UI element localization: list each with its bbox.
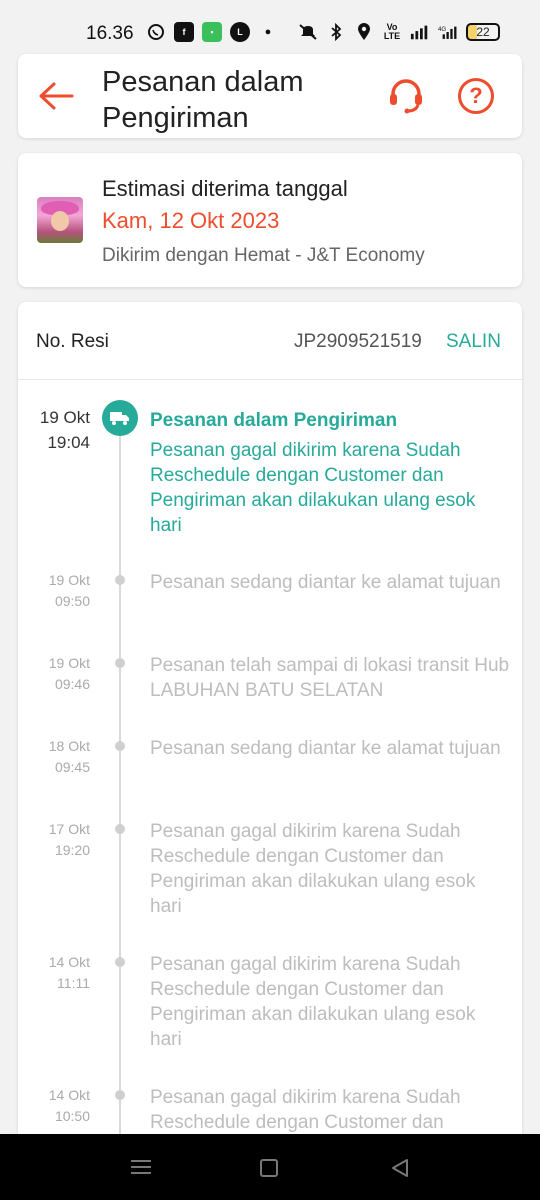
triangle-back-icon: [392, 1159, 408, 1177]
dot-icon: ●: [264, 26, 272, 38]
estimate-date: Kam, 12 Okt 2023: [102, 208, 280, 233]
tracking-number-label: No. Resi: [36, 331, 109, 352]
product-thumbnail: [37, 197, 83, 243]
event-time: 09:45: [54, 759, 90, 775]
event-date: 19 Okt: [39, 408, 90, 427]
home-button[interactable]: [260, 1159, 278, 1177]
back-button[interactable]: [36, 76, 76, 116]
event-description: Pesanan telah sampai di lokasi transit H…: [150, 655, 510, 701]
timeline-line: [119, 432, 121, 1162]
timeline-dot: [115, 824, 125, 834]
page-title: Pesanan dalam Pengiriman: [102, 66, 304, 134]
delivery-estimate-card: Estimasi diterima tanggal Kam, 12 Okt 20…: [18, 153, 522, 287]
battery-icon: 22: [466, 23, 500, 41]
battery-level: 22: [476, 25, 490, 39]
event-time: 19:20: [54, 842, 90, 858]
event-time: 19:04: [47, 433, 90, 452]
event-description: Pesanan gagal dikirim karena Sudah Resch…: [150, 821, 476, 917]
svg-text:4G: 4G: [438, 26, 446, 33]
event-date: 18 Okt: [48, 738, 90, 754]
event-time: 11:11: [57, 975, 90, 991]
event-description: Pesanan gagal dikirim karena Sudah Resch…: [150, 954, 476, 1050]
copy-button[interactable]: SALIN: [446, 331, 501, 353]
notification-icons: f ▪ L ●: [146, 22, 278, 42]
volte-icon: Vo LTE: [383, 22, 401, 41]
status-bar: 16.36 f ▪ L ● Vo LTE 4G 22: [0, 0, 540, 52]
system-icons: Vo LTE 4G 22: [298, 22, 500, 42]
timeline-dot: [115, 741, 125, 751]
arrow-left-icon: [39, 82, 74, 110]
recent-apps-button[interactable]: [131, 1156, 155, 1180]
event-description: Pesanan sedang diantar ke alamat tujuan: [150, 572, 501, 593]
customer-support-button[interactable]: [386, 76, 426, 116]
tracking-card: No. Resi JP2909521519 SALIN 19 Okt 19:04…: [18, 302, 522, 1162]
header: Pesanan dalam Pengiriman ?: [18, 54, 522, 138]
event-time: 09:50: [54, 593, 90, 609]
event-time: 09:46: [54, 676, 90, 692]
event-time: 10:50: [54, 1108, 90, 1124]
event-description: Pesanan gagal dikirim karena Sudah Resch…: [150, 1087, 461, 1133]
mute-icon: [298, 22, 318, 42]
event-date: 19 Okt: [48, 655, 90, 671]
estimate-label: Estimasi diterima tanggal: [102, 176, 348, 201]
bluetooth-icon: [326, 22, 346, 42]
whatsapp-icon: [146, 22, 166, 42]
app-icon: ▪: [202, 22, 222, 42]
event-description: Pesanan gagal dikirim karena Sudah Resch…: [150, 440, 476, 536]
signal-icon: [410, 22, 430, 42]
facebook-icon: f: [174, 22, 194, 42]
timeline-dot: [115, 1090, 125, 1100]
event-description: Pesanan sedang diantar ke alamat tujuan: [150, 738, 501, 759]
event-date: 19 Okt: [48, 572, 90, 588]
event-date: 17 Okt: [48, 821, 90, 837]
help-button[interactable]: ?: [458, 78, 494, 114]
event-date: 14 Okt: [48, 1087, 90, 1103]
signal-4g-icon: 4G: [438, 22, 458, 42]
location-icon: [354, 22, 374, 42]
timeline-dot: [115, 575, 125, 585]
tracking-number-row: No. Resi JP2909521519 SALIN: [18, 302, 522, 380]
event-date: 14 Okt: [48, 954, 90, 970]
event-title: Pesanan dalam Pengiriman: [150, 410, 398, 431]
system-navigation-bar: [0, 1134, 540, 1200]
timeline-dot: [115, 658, 125, 668]
system-back-button[interactable]: [388, 1156, 412, 1180]
question-icon: ?: [469, 83, 483, 108]
timeline-dot: [115, 957, 125, 967]
tracking-number: JP2909521519: [294, 331, 422, 352]
courier-info: Dikirim dengan Hemat - J&T Economy: [102, 245, 425, 266]
line-icon: L: [230, 22, 250, 42]
truck-icon: [102, 400, 138, 436]
headset-icon: [390, 79, 422, 114]
status-time: 16.36: [86, 23, 134, 44]
